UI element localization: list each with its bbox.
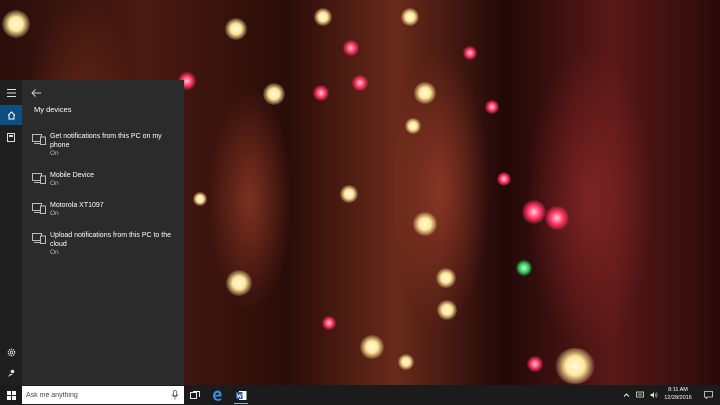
microphone-icon[interactable] — [171, 390, 179, 400]
device-item[interactable]: Motorola XT1097 On — [32, 201, 182, 221]
edge-icon — [212, 390, 222, 401]
hamburger-icon — [6, 89, 16, 97]
feedback-icon — [7, 369, 14, 377]
wallpaper-light — [516, 260, 532, 276]
wallpaper-light — [343, 40, 359, 56]
device-status: On — [50, 210, 59, 217]
wallpaper-light — [314, 8, 332, 26]
devices-icon — [32, 203, 46, 214]
task-view-button[interactable] — [188, 388, 202, 402]
wallpaper-light — [225, 18, 247, 40]
wallpaper-light — [555, 348, 595, 384]
wallpaper-light — [226, 270, 252, 296]
wallpaper-light — [405, 118, 421, 134]
wallpaper-light — [437, 300, 457, 320]
taskbar: 8:11 AM 12/28/2016 — [0, 385, 720, 405]
network-icon[interactable] — [636, 391, 644, 399]
clock-time: 8:11 AM — [668, 387, 688, 393]
hamburger-menu-button[interactable] — [0, 83, 22, 103]
wallpaper-light — [413, 212, 437, 236]
device-status: On — [50, 249, 59, 256]
device-name: Get notifications from this PC on my pho… — [50, 133, 162, 149]
device-name: Mobile Device — [50, 172, 94, 179]
edge-taskbar-button[interactable] — [210, 388, 224, 402]
home-icon — [7, 110, 15, 119]
device-name: Motorola XT1097 — [50, 202, 104, 209]
wallpaper-light — [263, 83, 285, 105]
devices-icon — [32, 233, 46, 244]
task-view-icon — [190, 390, 200, 399]
wallpaper-light — [2, 10, 30, 38]
search-box[interactable] — [22, 386, 184, 404]
wallpaper-light — [436, 268, 456, 288]
search-input[interactable] — [26, 389, 166, 401]
cortana-panel: My devices Get notifications from this P… — [22, 80, 184, 385]
devices-icon — [32, 134, 46, 145]
settings-icon — [7, 348, 15, 356]
wallpaper-light — [522, 200, 546, 224]
word-icon — [235, 391, 246, 400]
device-name: Upload notifications from this PC to the… — [50, 232, 172, 248]
cortana-side-rail — [0, 80, 22, 385]
back-arrow-icon[interactable] — [30, 87, 42, 99]
wallpaper-light — [360, 335, 384, 359]
wallpaper-light — [545, 206, 569, 230]
feedback-button[interactable] — [0, 363, 22, 383]
wallpaper-light — [414, 82, 436, 104]
action-center-icon[interactable] — [704, 391, 713, 399]
device-status: On — [50, 150, 59, 157]
settings-button[interactable] — [0, 342, 22, 362]
wallpaper-light — [463, 46, 477, 60]
wallpaper-light — [340, 185, 358, 203]
wallpaper-light — [313, 85, 329, 101]
page-title: My devices — [34, 105, 72, 114]
chevron-up-icon[interactable] — [623, 391, 630, 399]
wallpaper-light — [527, 356, 543, 372]
notebook-button[interactable] — [0, 127, 22, 147]
wallpaper-light — [193, 192, 207, 206]
device-item[interactable]: Mobile Device On — [32, 171, 182, 191]
notebook-icon — [7, 132, 15, 142]
windows-logo-icon — [6, 390, 16, 400]
start-button[interactable] — [0, 385, 22, 405]
device-item[interactable]: Upload notifications from this PC to the… — [32, 231, 182, 259]
wallpaper-light — [485, 100, 499, 114]
device-item[interactable]: Get notifications from this PC on my pho… — [32, 132, 182, 160]
clock-date: 12/28/2016 — [664, 394, 692, 401]
wallpaper-light — [352, 75, 368, 91]
taskbar-clock[interactable]: 8:11 AM 12/28/2016 — [657, 387, 699, 402]
wallpaper-light — [322, 316, 336, 330]
wallpaper-light — [401, 8, 419, 26]
home-button[interactable] — [0, 105, 22, 125]
devices-icon — [32, 173, 46, 184]
device-status: On — [50, 180, 59, 187]
word-taskbar-button[interactable] — [234, 388, 248, 404]
wallpaper-light — [497, 172, 511, 186]
wallpaper-light — [398, 354, 414, 370]
